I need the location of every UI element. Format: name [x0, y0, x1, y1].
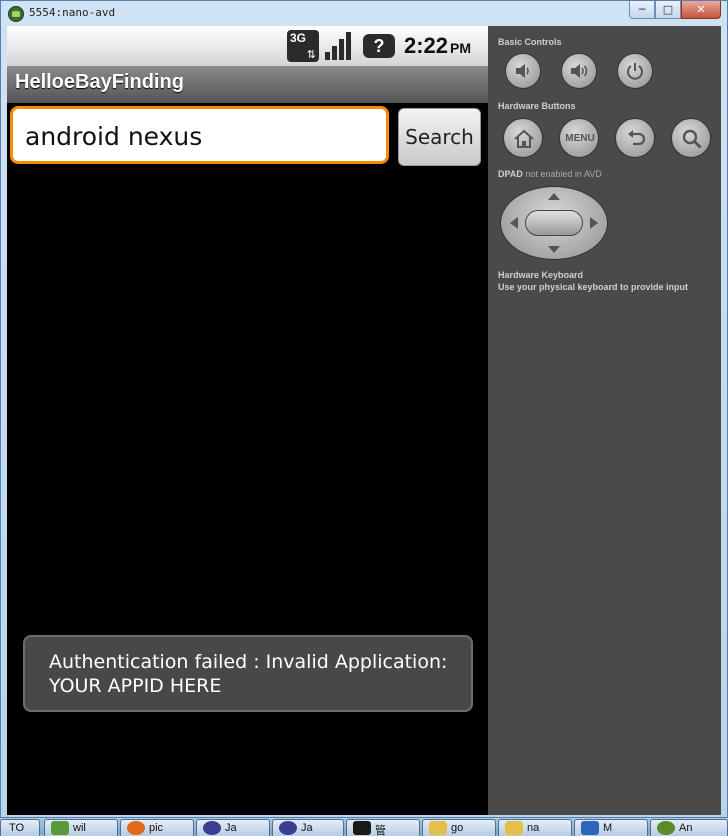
taskbar-item[interactable]: pic [120, 819, 194, 836]
dpad-right-icon [590, 217, 598, 229]
menu-button[interactable]: MENU [559, 118, 599, 158]
home-icon [514, 129, 534, 148]
android-status-bar[interactable]: 3G ⇅ ? 2:22 PM [7, 26, 488, 66]
basic-controls-heading: Basic Controls [498, 37, 562, 47]
volume-down-icon [516, 64, 529, 78]
android-icon [657, 821, 675, 835]
menu-button-label: MENU [565, 133, 595, 144]
terminal-icon [353, 821, 371, 835]
window-controls: ─ □ ✕ [629, 1, 721, 21]
title-bar[interactable]: 5554:nano-avd ─ □ ✕ [1, 1, 727, 27]
folder-icon [505, 821, 523, 835]
app-title-bar: HelloeBayFinding [7, 66, 488, 103]
signal-strength-icon [325, 30, 355, 60]
taskbar: TO wil pic Ja Ja 管 go na M An [0, 818, 728, 836]
network-3g-icon: 3G ⇅ [287, 30, 319, 62]
close-button[interactable]: ✕ [681, 1, 721, 19]
search-input-value: android nexus [25, 122, 203, 151]
power-button[interactable] [617, 53, 653, 89]
hardware-search-button[interactable] [671, 118, 711, 158]
android-emulator-icon [8, 6, 24, 22]
dpad-heading: DPAD not enabled in AVD [498, 169, 602, 179]
volume-down-button[interactable] [505, 53, 541, 89]
search-input[interactable]: android nexus [10, 106, 389, 164]
device-screen[interactable]: 3G ⇅ ? 2:22 PM HelloeBayFinding android n… [7, 26, 488, 815]
back-arrow-icon [628, 130, 646, 146]
window-title: 5554:nano-avd [29, 6, 116, 19]
eclipse-icon [279, 821, 297, 835]
volume-up-button[interactable] [561, 53, 597, 89]
emulator-control-panel: Basic Controls Hardware Buttons MENU DPA… [488, 26, 721, 815]
search-icon [682, 129, 702, 149]
dpad-down-icon [548, 246, 560, 253]
taskbar-item[interactable]: 管 [346, 819, 420, 836]
folder-icon [429, 821, 447, 835]
dpad[interactable] [500, 186, 608, 260]
keyboard-note: Use your physical keyboard to provide in… [498, 282, 689, 292]
taskbar-item[interactable]: An [650, 819, 728, 836]
volume-up-icon [571, 64, 588, 78]
search-button[interactable]: Search [398, 108, 481, 166]
power-icon [627, 63, 643, 80]
back-button[interactable] [615, 118, 655, 158]
taskbar-item[interactable]: Ja [272, 819, 344, 836]
dpad-center-button[interactable] [525, 210, 583, 236]
firefox-icon [127, 821, 145, 835]
toast-text: Authentication failed : Invalid Applicat… [49, 651, 448, 697]
hardware-buttons-heading: Hardware Buttons [498, 101, 576, 111]
data-transfer-icon: ⇅ [306, 48, 316, 61]
taskbar-item[interactable]: na [498, 819, 572, 836]
network-icon [51, 821, 69, 835]
taskbar-item[interactable]: TO [0, 819, 40, 836]
taskbar-item[interactable]: Ja [196, 819, 270, 836]
hardware-keyboard-info: Hardware Keyboard Use your physical keyb… [498, 269, 688, 293]
app-title: HelloeBayFinding [15, 71, 184, 93]
taskbar-item[interactable]: wil [44, 819, 118, 836]
taskbar-item[interactable]: M [574, 819, 648, 836]
unknown-status-icon: ? [363, 34, 395, 58]
dpad-up-icon [548, 193, 560, 200]
mb-icon [581, 821, 599, 835]
clock: 2:22 PM [404, 33, 472, 58]
dpad-left-icon [510, 217, 518, 229]
home-button[interactable] [503, 118, 543, 158]
maximize-button[interactable]: □ [655, 1, 681, 19]
taskbar-item[interactable]: go [422, 819, 496, 836]
keyboard-heading: Hardware Keyboard [498, 270, 584, 280]
toast-message: Authentication failed : Invalid Applicat… [23, 635, 473, 712]
eclipse-icon [203, 821, 221, 835]
minimize-button[interactable]: ─ [629, 1, 655, 19]
